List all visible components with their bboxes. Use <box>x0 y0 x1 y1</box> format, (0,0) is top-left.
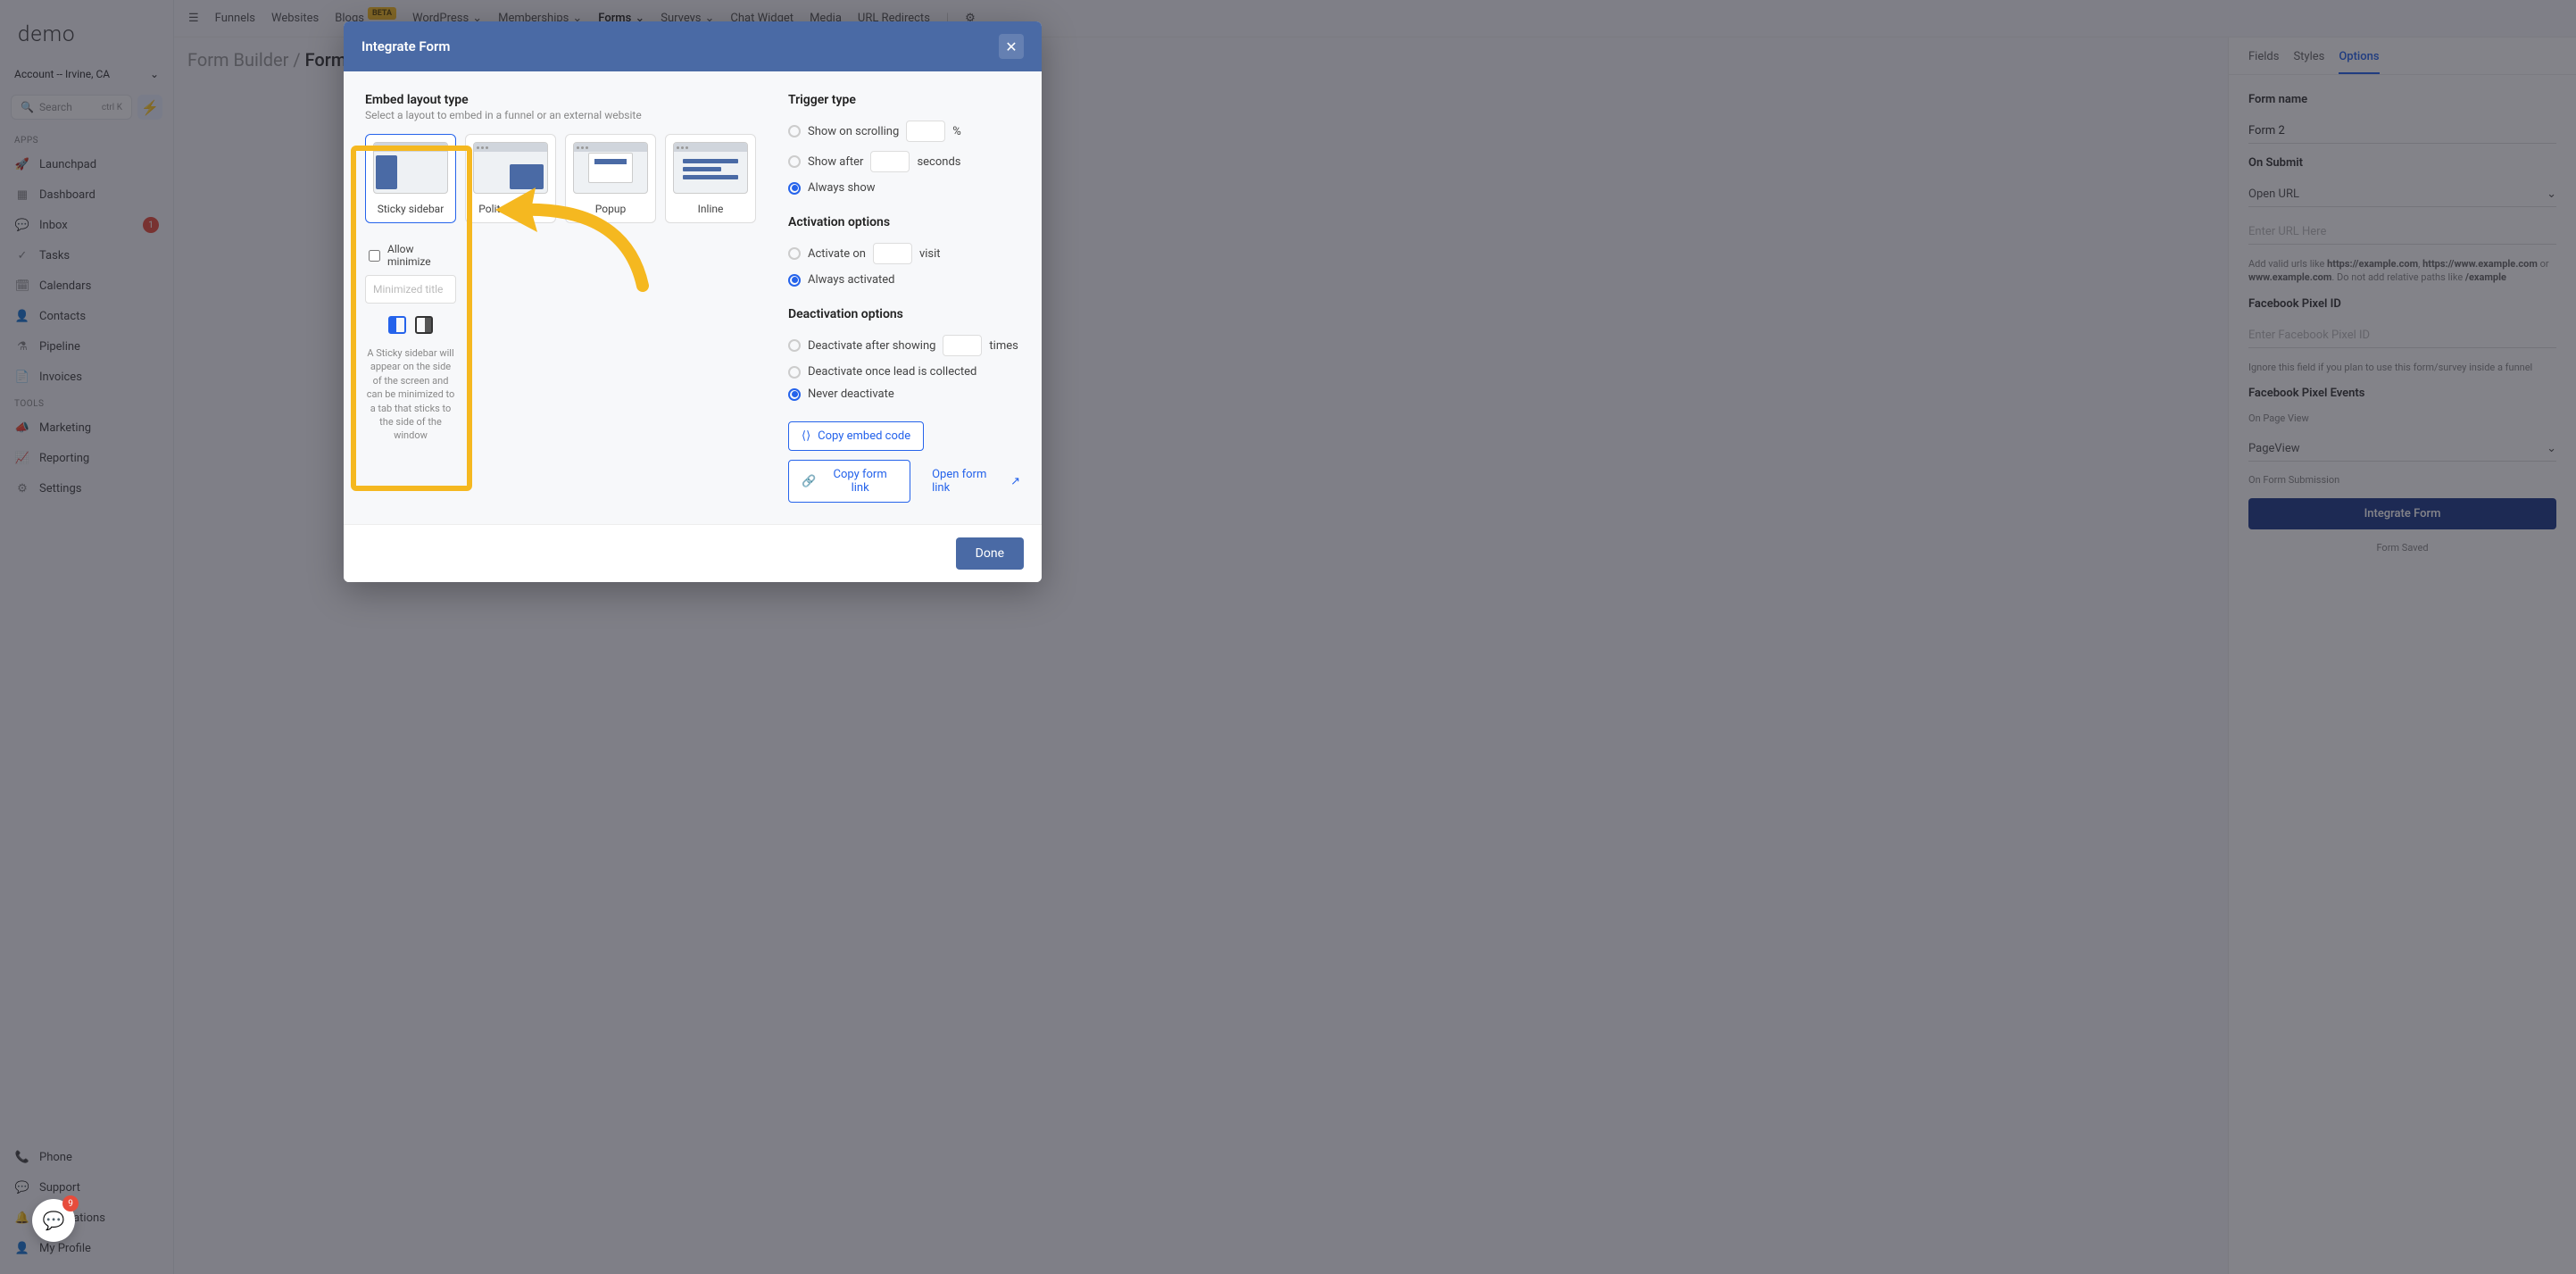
chat-badge: 9 <box>62 1195 79 1212</box>
chat-icon: 💬 <box>43 1210 65 1231</box>
sticky-description: A Sticky sidebar will appear on the side… <box>365 346 456 443</box>
radio-activate-on[interactable]: Activate onvisit <box>788 238 1020 269</box>
embed-title: Embed layout type <box>365 93 756 107</box>
code-icon: ⟨⟩ <box>802 429 810 443</box>
layout-popup[interactable]: Popup <box>565 134 656 223</box>
show-after-input[interactable] <box>870 151 910 172</box>
radio-always-activated[interactable]: Always activated <box>788 269 1020 291</box>
close-icon[interactable]: ✕ <box>999 34 1024 59</box>
copy-embed-code-button[interactable]: ⟨⟩Copy embed code <box>788 421 924 451</box>
link-icon: 🔗 <box>802 475 816 488</box>
activation-title: Activation options <box>788 215 1020 229</box>
allow-minimize-checkbox[interactable] <box>369 250 380 262</box>
open-form-link[interactable]: Open form link ↗ <box>932 468 1020 495</box>
external-link-icon: ↗ <box>1010 475 1020 488</box>
trigger-title: Trigger type <box>788 93 1020 107</box>
modal-title: Integrate Form <box>361 38 450 54</box>
side-left-button[interactable] <box>388 316 406 334</box>
scroll-percent-input[interactable] <box>906 121 945 142</box>
radio-show-scrolling[interactable]: Show on scrolling% <box>788 116 1020 146</box>
layout-polite-slide-in[interactable]: Polite slide-in <box>465 134 556 223</box>
radio-deactivate-lead[interactable]: Deactivate once lead is collected <box>788 361 1020 383</box>
minimized-title-input[interactable] <box>365 275 456 304</box>
radio-never-deactivate[interactable]: Never deactivate <box>788 383 1020 405</box>
deactivation-title: Deactivation options <box>788 307 1020 321</box>
radio-show-after[interactable]: Show afterseconds <box>788 146 1020 177</box>
layout-sticky-sidebar[interactable]: Sticky sidebar <box>365 134 456 223</box>
integrate-form-modal: Integrate Form ✕ Embed layout type Selec… <box>344 21 1042 582</box>
deactivate-times-input[interactable] <box>943 335 982 356</box>
layout-inline[interactable]: Inline <box>665 134 756 223</box>
allow-minimize-label: Allow minimize <box>387 243 453 268</box>
embed-subtitle: Select a layout to embed in a funnel or … <box>365 109 756 121</box>
radio-always-show[interactable]: Always show <box>788 177 1020 199</box>
side-right-button[interactable] <box>415 316 433 334</box>
done-button[interactable]: Done <box>956 537 1024 570</box>
chat-widget[interactable]: 💬 9 <box>32 1199 75 1242</box>
activate-visit-input[interactable] <box>873 243 912 264</box>
copy-form-link-button[interactable]: 🔗Copy form link <box>788 460 910 503</box>
radio-deactivate-after[interactable]: Deactivate after showingtimes <box>788 330 1020 361</box>
